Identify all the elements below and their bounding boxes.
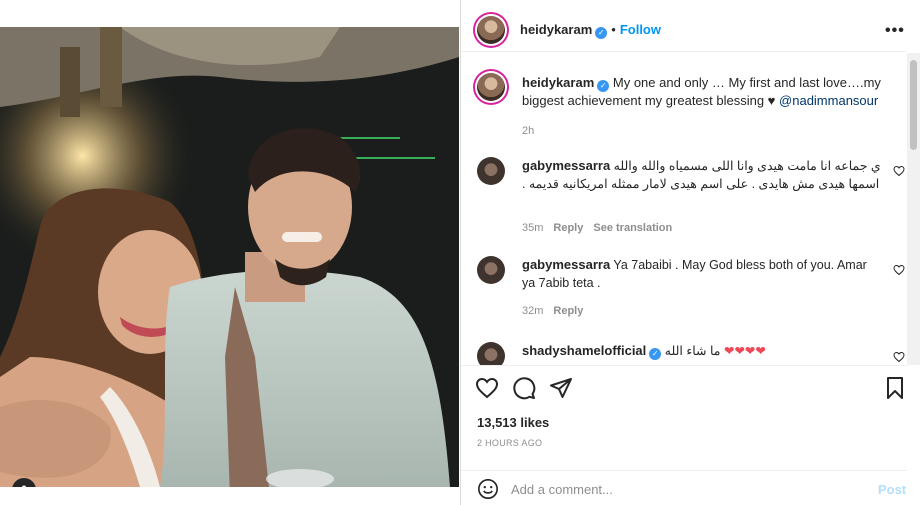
comment-body: gabymessarra ي جماعه انا مامت هيدى وانا … — [522, 157, 882, 193]
separator-dot: • — [611, 22, 616, 37]
reply-button[interactable]: Reply — [553, 222, 583, 234]
user-tag-icon — [21, 485, 27, 487]
comment-text: ما شاء الله — [664, 344, 721, 358]
more-options-button[interactable]: ••• — [885, 22, 905, 40]
commenter-avatar[interactable] — [477, 256, 505, 284]
commenter-avatar[interactable] — [477, 342, 505, 365]
comment-icon[interactable] — [512, 376, 536, 400]
reply-button[interactable]: Reply — [553, 305, 583, 317]
emoji-icon[interactable] — [477, 478, 499, 500]
save-icon[interactable] — [883, 376, 907, 400]
comment-time: 32m — [522, 305, 544, 317]
caption-text-block: heidykaram ✓ My one and only … My first a… — [522, 74, 892, 109]
header-name-row: heidykaram ✓ • Follow — [520, 22, 661, 39]
likes-count[interactable]: 13,513 likes — [477, 415, 549, 430]
comments-list: heidykaram ✓ My one and only … My first a… — [461, 53, 907, 365]
post-sidebar: heidykaram ✓ • Follow ••• heidykaram ✓ My on… — [460, 0, 920, 505]
comment-username[interactable]: shadyshamelofficial — [522, 343, 646, 358]
comment-username[interactable]: gabymessarra — [522, 257, 610, 272]
comment-like-icon[interactable] — [893, 351, 905, 363]
comment-time: 35m — [522, 222, 544, 234]
see-translation-button[interactable]: See translation — [593, 222, 672, 234]
comment-meta: 35m Reply See translation — [522, 222, 672, 234]
caption-time: 2h — [522, 125, 535, 137]
author-avatar[interactable] — [477, 16, 505, 44]
verified-icon: ✓ — [595, 27, 608, 39]
scrollbar-thumb[interactable] — [910, 60, 917, 150]
like-icon[interactable] — [475, 376, 499, 400]
posted-time: 2 HOURS AGO — [477, 438, 543, 448]
post-header: heidykaram ✓ • Follow ••• — [461, 6, 907, 52]
verified-icon: ✓ — [597, 80, 610, 92]
post-photo[interactable] — [0, 27, 459, 487]
action-bar — [461, 365, 907, 405]
comment-like-icon[interactable] — [893, 165, 905, 177]
instagram-post-window: heidykaram ✓ • Follow ••• heidykaram ✓ My on… — [0, 0, 920, 505]
comment-like-icon[interactable] — [893, 264, 905, 276]
author-username[interactable]: heidykaram — [520, 22, 592, 37]
photo-illustration — [0, 27, 459, 487]
follow-button[interactable]: Follow — [620, 22, 661, 37]
commenter-avatar[interactable] — [477, 157, 505, 185]
comment-body: gabymessarra Ya 7abaibi . May God bless … — [522, 256, 882, 292]
caption-username[interactable]: heidykaram — [522, 75, 594, 90]
comment-input[interactable] — [511, 479, 811, 499]
share-icon[interactable] — [549, 376, 573, 400]
caption-avatar[interactable] — [477, 73, 505, 101]
add-comment-bar: Post — [461, 470, 907, 505]
caption-mention[interactable]: @nadimmansour — [779, 93, 878, 108]
verified-icon: ✓ — [649, 348, 662, 360]
post-comment-button[interactable]: Post — [878, 482, 906, 497]
hearts-emoji: ❤❤❤❤ — [723, 344, 766, 358]
comment-username[interactable]: gabymessarra — [522, 158, 610, 173]
comment-meta: 32m Reply — [522, 305, 583, 317]
comment-body: shadyshamelofficial ✓ ما شاء الله ❤❤❤❤ — [522, 342, 902, 360]
